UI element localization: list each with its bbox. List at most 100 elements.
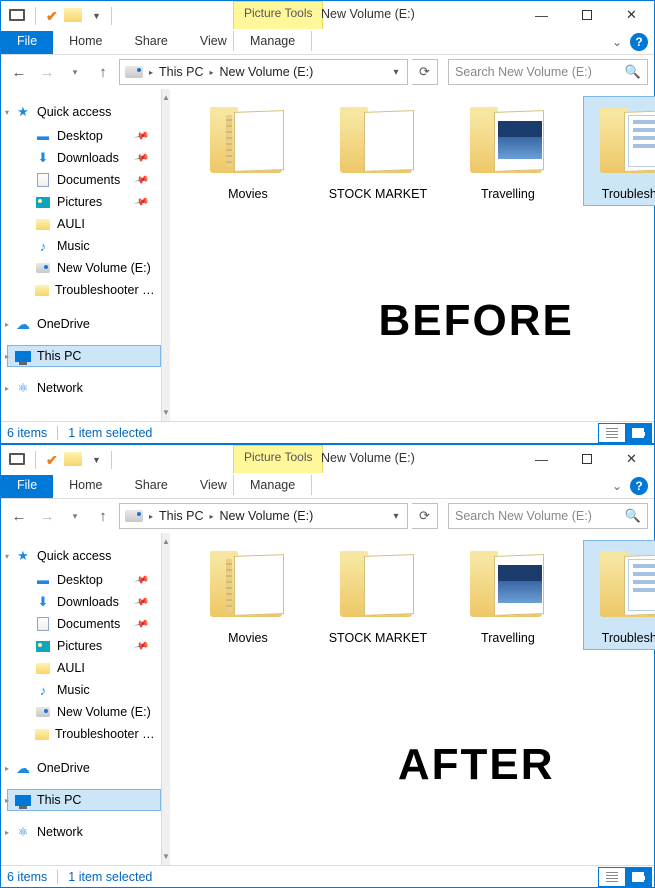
folder-item[interactable]: Travelling bbox=[454, 541, 562, 649]
folder-item[interactable]: Movies bbox=[194, 541, 302, 649]
refresh-button[interactable]: ⟳ bbox=[412, 503, 438, 529]
breadcrumb-separator[interactable]: ▸ bbox=[206, 512, 216, 521]
title-bar[interactable]: ✔ ▼ Picture Tools New Volume (E:) — ✕ bbox=[1, 1, 654, 31]
breadcrumb-separator[interactable]: ▸ bbox=[206, 68, 216, 77]
thumbnails-view-button[interactable] bbox=[625, 424, 651, 442]
content-pane[interactable]: Movies STOCK MARKET Travelling ⇲ Trouble… bbox=[170, 533, 655, 865]
share-tab[interactable]: Share bbox=[119, 31, 184, 54]
scroll-up-icon[interactable]: ▲ bbox=[162, 89, 170, 106]
folder-item[interactable]: Movies bbox=[194, 97, 302, 205]
close-button[interactable]: ✕ bbox=[609, 445, 654, 473]
search-box[interactable]: 🔍 bbox=[448, 59, 648, 85]
nav-scrollbar[interactable]: ▲ ▼ bbox=[161, 89, 170, 421]
home-tab[interactable]: Home bbox=[53, 475, 118, 498]
address-bar[interactable]: ▸ This PC ▸ New Volume (E:) ▾ bbox=[119, 503, 408, 529]
up-button[interactable]: ↑ bbox=[91, 60, 115, 84]
sidebar-onedrive[interactable]: ▸ ☁ OneDrive bbox=[7, 757, 161, 779]
scroll-down-icon[interactable]: ▼ bbox=[162, 848, 170, 865]
address-bar[interactable]: ▸ This PC ▸ New Volume (E:) ▾ bbox=[119, 59, 408, 85]
folder-item[interactable]: Travelling bbox=[454, 97, 562, 205]
breadcrumb-separator[interactable]: ▸ bbox=[146, 512, 156, 521]
folder-item[interactable]: ⇲ Troubleshoot bbox=[584, 97, 655, 205]
sidebar-network[interactable]: ▸ ⚛ Network bbox=[7, 377, 161, 399]
search-input[interactable] bbox=[455, 65, 625, 79]
qat-dropdown-icon[interactable]: ▼ bbox=[88, 453, 105, 467]
forward-button[interactable]: → bbox=[35, 60, 59, 84]
details-view-button[interactable] bbox=[599, 424, 625, 442]
picture-tools-contextual-tab[interactable]: Picture Tools bbox=[233, 445, 323, 473]
sidebar-this-pc[interactable]: ▸ This PC bbox=[7, 345, 161, 367]
sidebar-network[interactable]: ▸ ⚛ Network bbox=[7, 821, 161, 843]
breadcrumb-this-pc[interactable]: This PC bbox=[156, 508, 206, 524]
maximize-button[interactable] bbox=[564, 445, 609, 473]
sidebar-troubleshooter[interactable]: Troubleshooter Wizard bbox=[7, 279, 161, 301]
sidebar-pictures[interactable]: Pictures 📌 bbox=[7, 191, 161, 213]
sidebar-documents[interactable]: Documents 📌 bbox=[7, 169, 161, 191]
breadcrumb-current[interactable]: New Volume (E:) bbox=[216, 64, 316, 80]
expand-ribbon-icon[interactable]: ⌄ bbox=[612, 35, 622, 49]
sidebar-downloads[interactable]: ⬇ Downloads 📌 bbox=[7, 147, 161, 169]
new-folder-icon[interactable] bbox=[60, 6, 86, 27]
refresh-button[interactable]: ⟳ bbox=[412, 59, 438, 85]
select-toggle-icon[interactable]: ✔ bbox=[42, 450, 58, 471]
sidebar-auli[interactable]: AULI bbox=[7, 213, 161, 235]
sidebar-pictures[interactable]: Pictures 📌 bbox=[7, 635, 161, 657]
back-button[interactable]: ← bbox=[7, 60, 31, 84]
properties-icon[interactable] bbox=[5, 451, 29, 470]
sidebar-auli[interactable]: AULI bbox=[7, 657, 161, 679]
maximize-button[interactable] bbox=[564, 1, 609, 29]
sidebar-quick-access[interactable]: ▾ ★ Quick access bbox=[7, 101, 161, 123]
manage-tab[interactable]: Manage bbox=[233, 475, 312, 495]
qat-dropdown-icon[interactable]: ▼ bbox=[88, 9, 105, 23]
sidebar-desktop[interactable]: ▬ Desktop 📌 bbox=[7, 125, 161, 147]
home-tab[interactable]: Home bbox=[53, 31, 118, 54]
file-tab[interactable]: File bbox=[1, 31, 53, 54]
share-tab[interactable]: Share bbox=[119, 475, 184, 498]
sidebar-music[interactable]: ♪ Music bbox=[7, 235, 161, 257]
sidebar-troubleshooter[interactable]: Troubleshooter Wizard bbox=[7, 723, 161, 745]
manage-tab[interactable]: Manage bbox=[233, 31, 312, 51]
minimize-button[interactable]: — bbox=[519, 445, 564, 473]
folder-item[interactable]: STOCK MARKET bbox=[324, 97, 432, 205]
file-tab[interactable]: File bbox=[1, 475, 53, 498]
sidebar-desktop[interactable]: ▬ Desktop 📌 bbox=[7, 569, 161, 591]
scroll-up-icon[interactable]: ▲ bbox=[162, 533, 170, 550]
help-icon[interactable]: ? bbox=[630, 477, 648, 495]
minimize-button[interactable]: — bbox=[519, 1, 564, 29]
nav-scrollbar[interactable]: ▲ ▼ bbox=[161, 533, 170, 865]
search-box[interactable]: 🔍 bbox=[448, 503, 648, 529]
recent-locations-button[interactable]: ▾ bbox=[63, 60, 87, 84]
recent-locations-button[interactable]: ▾ bbox=[63, 504, 87, 528]
back-button[interactable]: ← bbox=[7, 504, 31, 528]
sidebar-new-volume[interactable]: New Volume (E:) bbox=[7, 701, 161, 723]
folder-item[interactable]: STOCK MARKET bbox=[324, 541, 432, 649]
new-folder-icon[interactable] bbox=[60, 450, 86, 471]
picture-tools-contextual-tab[interactable]: Picture Tools bbox=[233, 1, 323, 29]
sidebar-music[interactable]: ♪ Music bbox=[7, 679, 161, 701]
scroll-down-icon[interactable]: ▼ bbox=[162, 404, 170, 421]
sidebar-onedrive[interactable]: ▸ ☁ OneDrive bbox=[7, 313, 161, 335]
title-bar[interactable]: ✔ ▼ Picture Tools New Volume (E:) — ✕ bbox=[1, 445, 654, 475]
search-icon[interactable]: 🔍 bbox=[625, 508, 641, 524]
sidebar-new-volume[interactable]: New Volume (E:) bbox=[7, 257, 161, 279]
breadcrumb-current[interactable]: New Volume (E:) bbox=[216, 508, 316, 524]
expand-ribbon-icon[interactable]: ⌄ bbox=[612, 479, 622, 493]
address-dropdown-icon[interactable]: ▾ bbox=[387, 67, 405, 78]
search-input[interactable] bbox=[455, 509, 625, 523]
content-pane[interactable]: Movies STOCK MARKET Travelling ⇲ Trouble… bbox=[170, 89, 655, 421]
search-icon[interactable]: 🔍 bbox=[625, 64, 641, 80]
forward-button[interactable]: → bbox=[35, 504, 59, 528]
select-toggle-icon[interactable]: ✔ bbox=[42, 6, 58, 27]
properties-icon[interactable] bbox=[5, 7, 29, 26]
sidebar-quick-access[interactable]: ▾ ★ Quick access bbox=[7, 545, 161, 567]
sidebar-documents[interactable]: Documents 📌 bbox=[7, 613, 161, 635]
sidebar-downloads[interactable]: ⬇ Downloads 📌 bbox=[7, 591, 161, 613]
address-dropdown-icon[interactable]: ▾ bbox=[387, 511, 405, 522]
folder-item[interactable]: ⇲ Troubleshoot bbox=[584, 541, 655, 649]
breadcrumb-this-pc[interactable]: This PC bbox=[156, 64, 206, 80]
help-icon[interactable]: ? bbox=[630, 33, 648, 51]
breadcrumb-separator[interactable]: ▸ bbox=[146, 68, 156, 77]
close-button[interactable]: ✕ bbox=[609, 1, 654, 29]
up-button[interactable]: ↑ bbox=[91, 504, 115, 528]
sidebar-this-pc[interactable]: ▸ This PC bbox=[7, 789, 161, 811]
